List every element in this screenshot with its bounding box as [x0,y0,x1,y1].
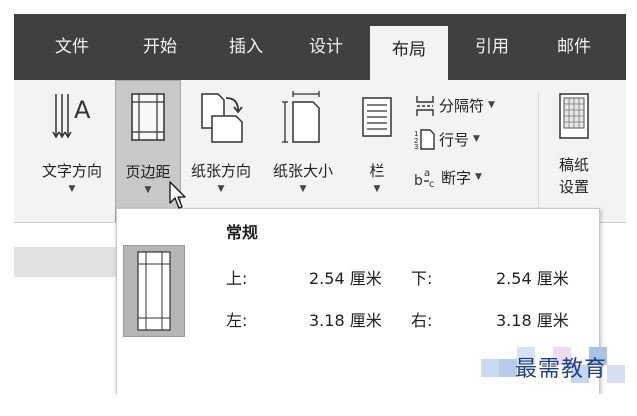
margin-preview-icon [123,245,185,337]
tab-mailings[interactable]: 邮件 [546,14,602,80]
tab-references[interactable]: 引用 [464,14,520,80]
margins-icon [131,93,165,141]
ribbon-tab-bar: 文件 开始 插入 设计 布局 引用 邮件 [14,14,626,80]
columns-icon [362,97,392,137]
tab-file[interactable]: 文件 [44,14,100,80]
top-value: 2.54 厘米 [309,269,382,288]
orientation-icon [201,93,243,143]
tab-insert[interactable]: 插入 [218,14,274,80]
chevron-down-icon: ▼ [373,184,381,194]
bottom-value: 2.54 厘米 [496,269,569,288]
chevron-down-icon: ▼ [217,184,225,194]
hyphenation-button[interactable]: b a c 断字 ▼ [414,164,482,190]
bottom-label: 下: [411,269,433,288]
top-label: 上: [226,269,248,288]
size-label: 纸张大小 [272,162,333,180]
manuscript-icon [559,93,589,139]
columns-label: 栏 [369,162,385,180]
breaks-icon [416,96,434,116]
chevron-down-icon: ▼ [488,100,495,110]
right-value: 3.18 厘米 [496,311,569,330]
ruler-strip [14,247,119,277]
svg-text:c: c [429,179,435,188]
mouse-pointer-icon [169,181,186,209]
tab-layout[interactable]: 布局 [370,26,448,80]
tab-design[interactable]: 设计 [298,14,354,80]
ribbon-separator [538,92,539,210]
right-label: 右: [411,311,433,330]
word-window: 文件 开始 插入 设计 布局 引用 邮件 A 文字方向 ▼ 页边距 ▼ 纸张方向… [14,14,626,394]
text-direction-label: 文字方向 [41,162,102,180]
size-button[interactable]: 纸张大小 ▼ [263,80,343,222]
columns-button[interactable]: 栏 ▼ [352,80,402,222]
margins-label: 页边距 [125,163,171,181]
orientation-label: 纸张方向 [190,162,251,180]
document-area[interactable] [14,277,119,394]
margin-option-normal[interactable]: 常规 上: 2.54 厘米 下: 2.54 厘米 左: 3.18 厘米 右: 3… [117,209,599,339]
hyphenation-label: 断字 [441,168,472,187]
chevron-down-icon: ▼ [68,184,76,194]
watermark: 最需教育 [467,345,637,385]
svg-text:3: 3 [414,143,418,150]
option-name: 常规 [226,223,259,242]
line-numbers-label: 行号 [439,130,470,149]
svg-text:a: a [424,168,430,179]
chevron-down-icon: ▼ [473,134,480,144]
left-label: 左: [226,311,248,330]
left-value: 3.18 厘米 [309,311,382,330]
breaks-label: 分隔符 [439,96,485,115]
manuscript-settings-button[interactable]: 稿纸 设置 [544,80,604,222]
layout-ribbon: A 文字方向 ▼ 页边距 ▼ 纸张方向 ▼ 纸张大小 ▼ 栏 ▼ 分隔符 ▼ 1… [14,80,626,223]
svg-text:b: b [414,173,423,188]
line-numbers-button[interactable]: 1 2 3 行号 ▼ [414,126,480,152]
svg-text:A: A [74,96,91,124]
chevron-down-icon: ▼ [299,184,307,194]
paper-size-icon [282,91,320,143]
text-direction-icon: A [52,94,91,139]
watermark-text: 最需教育 [515,357,608,382]
line-numbers-icon: 1 2 3 [414,129,435,150]
text-direction-button[interactable]: A 文字方向 ▼ [32,80,112,222]
hyphenation-icon: b a c [414,168,435,188]
manuscript-settings-label: 稿纸 设置 [558,156,589,196]
orientation-button[interactable]: 纸张方向 ▼ [182,80,260,222]
chevron-down-icon: ▼ [475,172,482,182]
breaks-button[interactable]: 分隔符 ▼ [414,92,495,118]
tab-home[interactable]: 开始 [132,14,188,80]
